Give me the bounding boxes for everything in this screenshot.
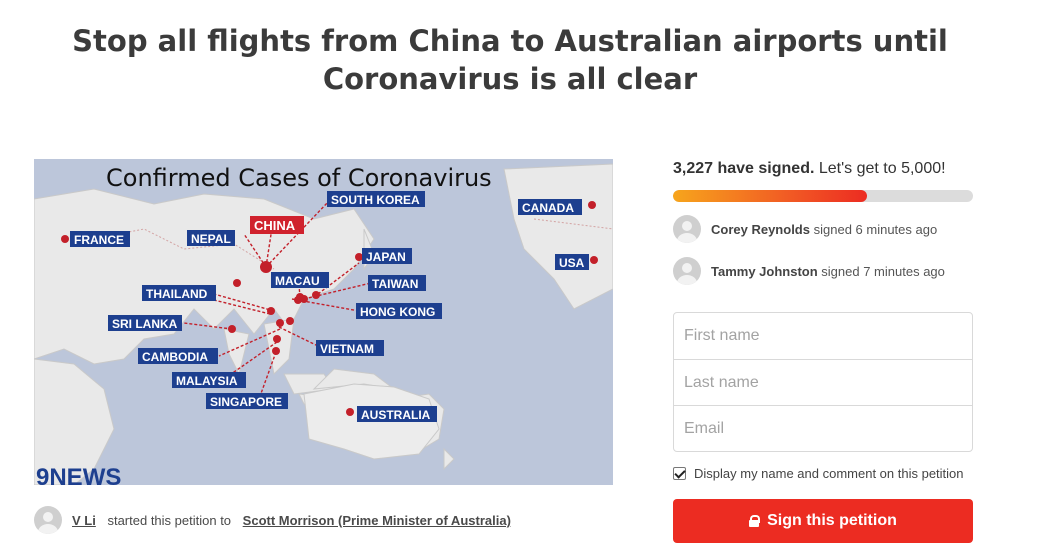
label-japan: JAPAN: [366, 250, 406, 264]
signer-time: signed 7 minutes ago: [821, 263, 945, 279]
label-vietnam: VIETNAM: [320, 342, 374, 356]
label-france: FRANCE: [74, 233, 124, 247]
pin-cambodia: [276, 319, 284, 327]
last-name-field[interactable]: [674, 359, 972, 405]
signer-time: signed 6 minutes ago: [813, 221, 938, 237]
recent-signer: Tammy Johnston signed 7 minutes ago: [673, 256, 973, 286]
image-heading: Confirmed Cases of Coronavirus: [106, 164, 492, 192]
pin-usa: [590, 256, 598, 264]
email-field[interactable]: [674, 405, 972, 451]
label-australia: AUSTRALIA: [361, 408, 431, 422]
pin-nepal: [233, 279, 241, 287]
avatar: [673, 257, 701, 285]
progress-fill: [673, 190, 867, 202]
sign-petition-button[interactable]: Sign this petition: [673, 499, 973, 543]
label-thailand: THAILAND: [146, 287, 208, 301]
label-singapore: SINGAPORE: [210, 395, 282, 409]
avatar: [34, 506, 62, 534]
pin-taiwan: [312, 291, 320, 299]
avatar: [673, 215, 701, 243]
signer-name: Tammy Johnston: [711, 263, 818, 279]
consent-label: Display my name and comment on this peti…: [694, 466, 964, 481]
petition-title: Stop all flights from China to Australia…: [72, 24, 948, 96]
consent-checkbox[interactable]: [673, 467, 686, 480]
pin-singapore: [272, 347, 280, 355]
label-canada: CANADA: [522, 201, 574, 215]
label-hong-kong: HONG KONG: [360, 305, 435, 319]
label-malaysia: MALAYSIA: [176, 374, 238, 388]
pin-france: [61, 235, 69, 243]
consent-option[interactable]: Display my name and comment on this peti…: [673, 466, 964, 481]
sign-form: [673, 312, 973, 452]
label-usa: USA: [559, 256, 585, 270]
news-logo: 9NEWS: [36, 464, 121, 485]
signature-panel: 3,227 have signed. Let's get to 5,000! C…: [673, 160, 973, 286]
label-china: CHINA: [254, 218, 296, 233]
progress-bar: [673, 190, 973, 202]
starter-text: started this petition to: [107, 512, 232, 528]
pin-hk-2: [294, 296, 302, 304]
signed-count: 3,227 have signed.: [673, 160, 815, 177]
recent-signer: Corey Reynolds signed 6 minutes ago: [673, 214, 973, 244]
pin-canada: [588, 201, 596, 209]
pin-china: [260, 261, 272, 273]
pin-vietnam: [286, 317, 294, 325]
label-sri-lanka: SRI LANKA: [112, 317, 178, 331]
starter-name[interactable]: V Li: [72, 513, 96, 528]
signature-count: 3,227 have signed. Let's get to 5,000!: [673, 160, 973, 178]
first-name-field[interactable]: [674, 313, 972, 359]
label-taiwan: TAIWAN: [372, 277, 418, 291]
signer-name: Corey Reynolds: [711, 221, 810, 237]
pin-thailand: [267, 307, 275, 315]
label-nepal: NEPAL: [191, 232, 231, 246]
petition-image: Confirmed Cases of Coronavirus FRANCE NE…: [34, 159, 613, 485]
label-cambodia: CAMBODIA: [142, 350, 208, 364]
coronavirus-map: Confirmed Cases of Coronavirus FRANCE NE…: [34, 159, 613, 485]
pin-australia: [346, 408, 354, 416]
sign-button-label: Sign this petition: [767, 512, 897, 529]
label-south-korea: SOUTH KOREA: [331, 193, 420, 207]
lock-icon: [749, 515, 761, 527]
label-macau: MACAU: [275, 274, 320, 288]
pin-japan: [355, 253, 363, 261]
pin-malaysia: [273, 335, 281, 343]
decision-maker-link[interactable]: Scott Morrison (Prime Minister of Austra…: [243, 513, 511, 528]
petition-starter: V Li started this petition to Scott Morr…: [34, 506, 511, 534]
pin-srilanka: [228, 325, 236, 333]
goal-text: Let's get to 5,000!: [818, 160, 946, 177]
